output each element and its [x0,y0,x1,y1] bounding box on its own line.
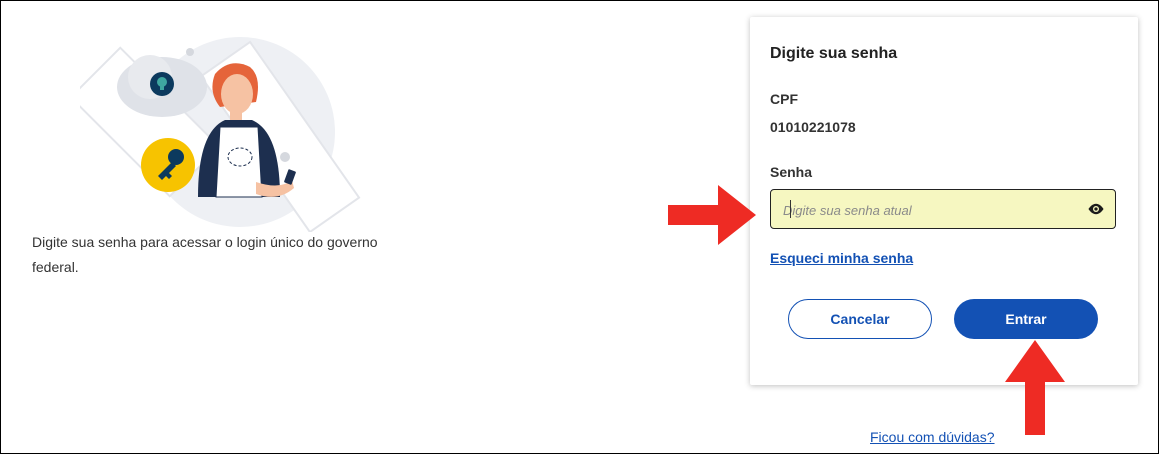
dot-decoration [186,48,194,56]
password-label: Senha [770,164,813,180]
enter-button[interactable]: Entrar [954,299,1098,339]
page-description: Digite sua senha para acessar o login ún… [32,234,378,275]
password-card: Digite sua senha CPF 01010221078 Senha E… [750,17,1138,385]
key-icon [141,138,195,192]
annotation-arrow-right [668,185,756,245]
text-caret [790,200,791,218]
annotation-arrow-up [1005,340,1065,435]
dot-decoration [280,152,290,162]
card-title: Digite sua senha [770,45,898,62]
cpf-label: CPF [770,91,798,107]
forgot-password-link[interactable]: Esqueci minha senha [770,250,913,266]
cancel-button[interactable]: Cancelar [788,299,932,339]
cpf-value: 01010221078 [770,119,856,135]
eye-icon[interactable] [1087,202,1105,216]
password-field[interactable] [770,189,1116,229]
lock-icon [150,72,174,96]
login-illustration [80,37,361,232]
help-link[interactable]: Ficou com dúvidas? [870,429,995,445]
password-input[interactable] [781,198,1075,222]
